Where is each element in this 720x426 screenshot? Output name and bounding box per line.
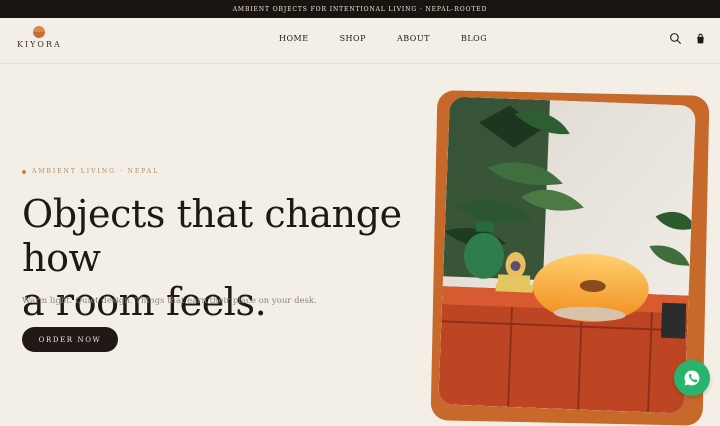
main-nav: HOME SHOP ABOUT BLOG: [279, 34, 487, 43]
nav-blog[interactable]: BLOG: [461, 34, 487, 43]
announcement-text: AMBIENT OBJECTS FOR INTENTIONAL LIVING ·…: [232, 5, 488, 13]
logo-mark-icon: [33, 26, 45, 38]
whatsapp-chat-button[interactable]: [674, 360, 710, 396]
eyebrow-text: AMBIENT LIVING · NEPAL: [32, 168, 160, 175]
order-now-button[interactable]: ORDER NOW: [22, 327, 118, 352]
site-header: KIYORA HOME SHOP ABOUT BLOG: [0, 18, 720, 64]
nav-home[interactable]: HOME: [279, 34, 309, 43]
nav-about[interactable]: ABOUT: [397, 34, 430, 43]
header-actions: [669, 32, 707, 45]
shopping-bag-icon[interactable]: [694, 32, 707, 45]
brand-logo[interactable]: KIYORA: [17, 26, 61, 56]
search-icon[interactable]: [669, 32, 682, 45]
hero-subtitle: Warm light. Quiet design. Things that ea…: [22, 296, 317, 306]
nav-shop[interactable]: SHOP: [340, 34, 366, 43]
whatsapp-icon: [684, 370, 700, 386]
announcement-bar: AMBIENT OBJECTS FOR INTENTIONAL LIVING ·…: [0, 0, 720, 18]
hero-eyebrow: AMBIENT LIVING · NEPAL: [22, 168, 159, 175]
eyebrow-dot-icon: [22, 169, 26, 174]
hero-image: [438, 96, 696, 414]
brand-name: KIYORA: [17, 40, 62, 49]
hero-title-line-1: Objects that change how: [22, 192, 402, 280]
